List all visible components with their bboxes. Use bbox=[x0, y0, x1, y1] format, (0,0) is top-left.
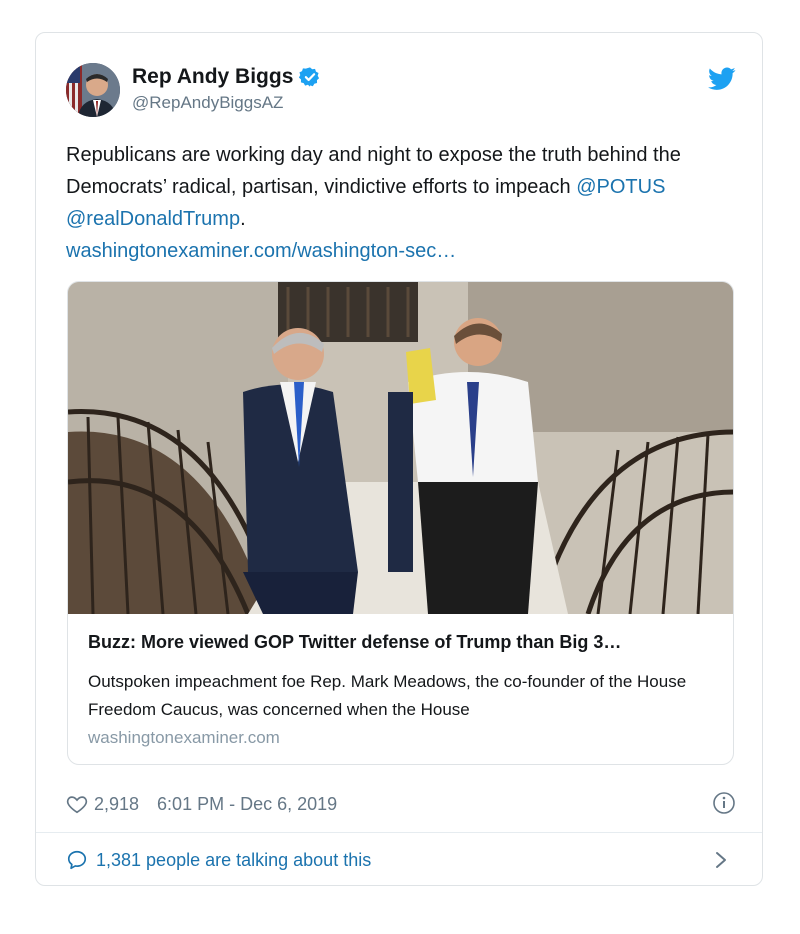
link-card-description: Outspoken impeachment foe Rep. Mark Mead… bbox=[88, 672, 687, 719]
author-name-row: Rep Andy Biggs bbox=[132, 65, 321, 89]
tweet-header: Rep Andy Biggs @RepAndyBiggsAZ bbox=[66, 63, 736, 117]
chevron-right-icon[interactable] bbox=[714, 851, 728, 869]
tweet-meta: 2,918 6:01 PM - Dec 6, 2019 bbox=[66, 789, 736, 819]
mention-realdonaldtrump[interactable]: @realDonaldTrump bbox=[66, 208, 240, 230]
tweet-timestamp[interactable]: 6:01 PM - Dec 6, 2019 bbox=[157, 794, 337, 815]
verified-badge-icon bbox=[299, 67, 320, 87]
twitter-bird-icon[interactable] bbox=[708, 67, 736, 91]
comment-bubble-icon bbox=[67, 850, 87, 870]
conversation-count[interactable]: 1,381 people are talking about this bbox=[96, 850, 371, 871]
link-preview-card[interactable]: Buzz: More viewed GOP Twitter defense of… bbox=[67, 281, 734, 765]
tweet-embed-card: Rep Andy Biggs @RepAndyBiggsAZ Republica… bbox=[35, 32, 763, 886]
like-count[interactable]: 2,918 bbox=[94, 794, 139, 815]
conversation-link[interactable]: 1,381 people are talking about this bbox=[66, 845, 736, 875]
avatar[interactable] bbox=[66, 63, 120, 117]
tweet-text: Republicans are working day and night to… bbox=[66, 139, 716, 267]
article-photo[interactable] bbox=[68, 282, 734, 614]
link-card-title[interactable]: Buzz: More viewed GOP Twitter defense of… bbox=[88, 632, 718, 653]
link-card-domain: washingtonexaminer.com bbox=[88, 728, 280, 747]
info-icon[interactable] bbox=[712, 791, 736, 815]
author-handle[interactable]: @RepAndyBiggsAZ bbox=[132, 93, 283, 113]
tweet-link[interactable]: washingtonexaminer.com/washington-sec… bbox=[66, 240, 456, 262]
tweet-text-end: . bbox=[240, 208, 246, 230]
author-name[interactable]: Rep Andy Biggs bbox=[132, 65, 293, 89]
mention-potus[interactable]: @POTUS bbox=[576, 176, 665, 198]
divider bbox=[36, 832, 762, 833]
heart-icon[interactable] bbox=[66, 793, 88, 815]
